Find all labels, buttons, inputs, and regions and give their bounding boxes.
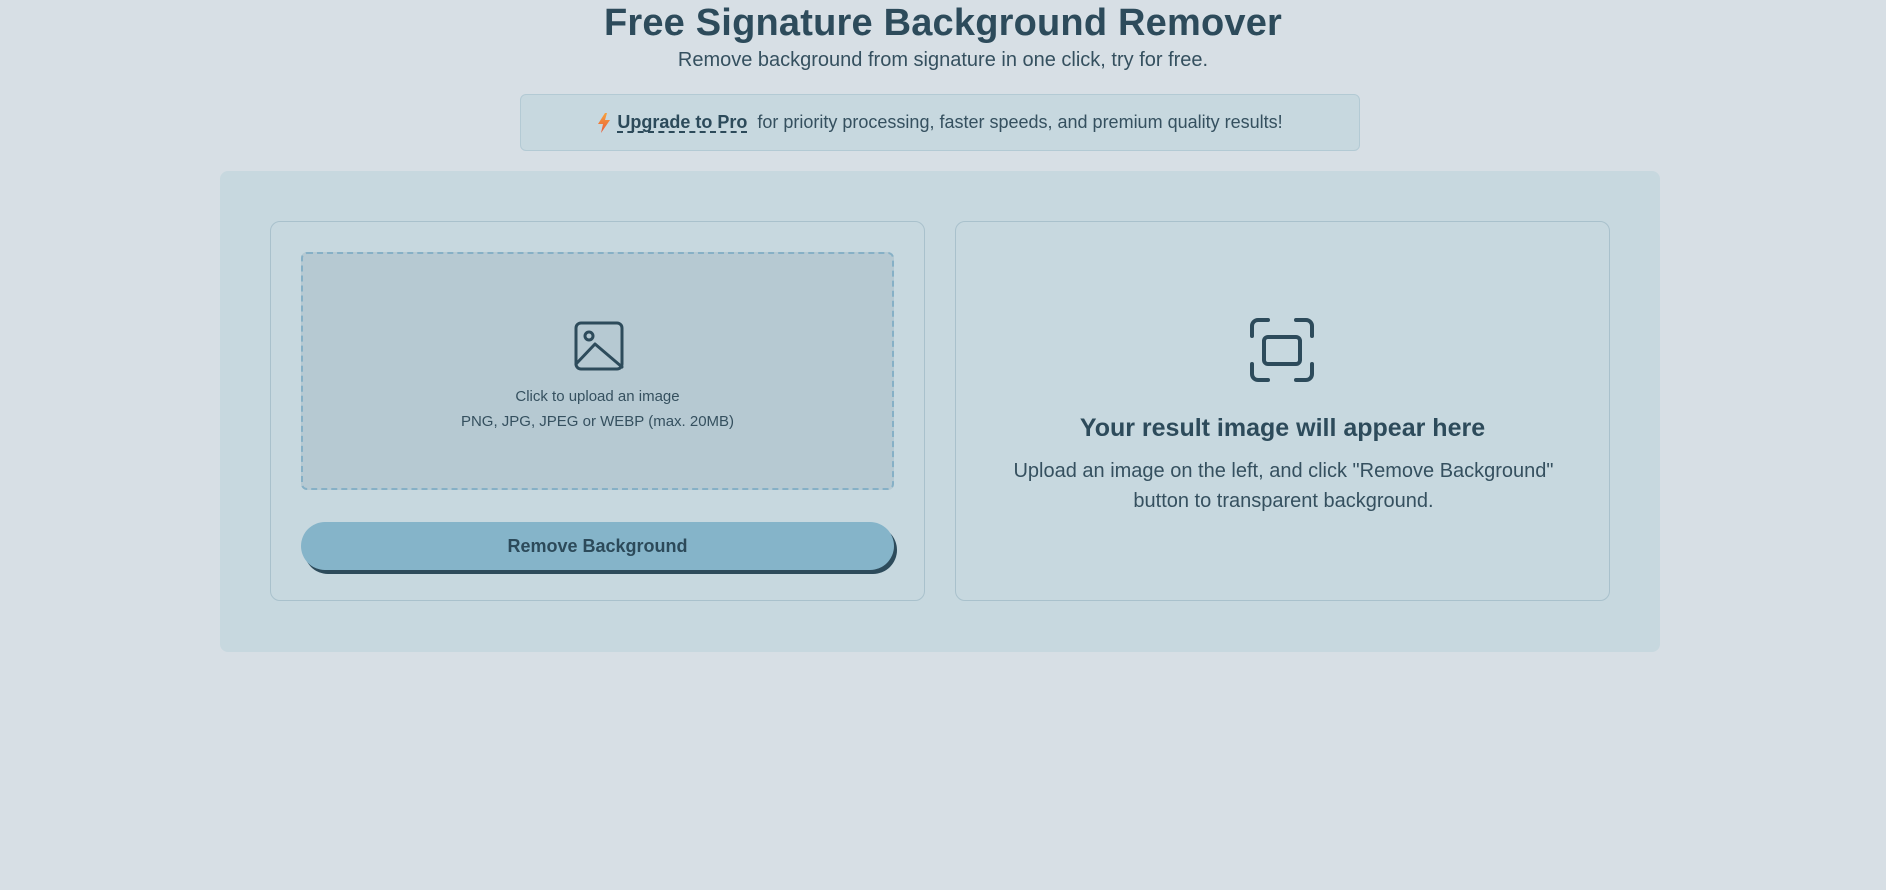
lightning-bolt-icon xyxy=(597,112,611,133)
upload-dropzone[interactable]: Click to upload an image PNG, JPG, JPEG … xyxy=(301,252,894,490)
result-title: Your result image will appear here xyxy=(1079,414,1486,442)
result-card: Your result image will appear here Uploa… xyxy=(955,221,1610,601)
scan-frame-icon xyxy=(1248,316,1316,384)
upgrade-banner-text: for priority processing, faster speeds, … xyxy=(757,112,1283,132)
image-icon xyxy=(573,320,625,372)
upload-hint: PNG, JPG, JPEG or WEBP (max. 20MB) xyxy=(460,413,735,430)
upgrade-banner: Upgrade to Pro for priority processing, … xyxy=(520,94,1360,151)
remove-background-button[interactable]: Remove Background xyxy=(301,522,894,570)
page: Free Signature Background Remover Remove… xyxy=(0,0,1886,890)
tool-panel: Click to upload an image PNG, JPG, JPEG … xyxy=(220,171,1660,652)
page-title: Free Signature Background Remover xyxy=(603,2,1283,44)
upgrade-to-pro-link[interactable]: Upgrade to Pro xyxy=(617,113,748,133)
upload-card: Click to upload an image PNG, JPG, JPEG … xyxy=(270,221,925,601)
page-subtitle: Remove background from signature in one … xyxy=(677,49,1209,71)
upload-label: Click to upload an image xyxy=(515,388,680,405)
result-description: Upload an image on the left, and click "… xyxy=(1013,460,1554,512)
